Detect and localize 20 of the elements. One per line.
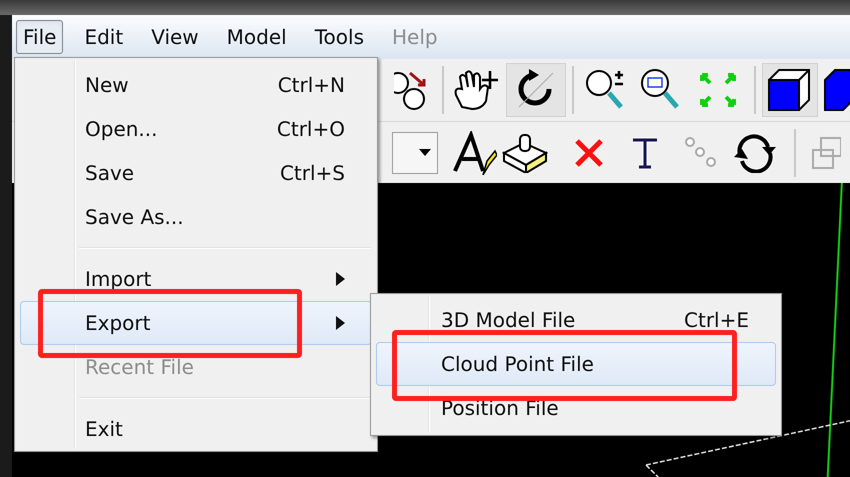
cube-icon[interactable] [762, 63, 818, 117]
submenu-arrow-icon [336, 272, 345, 286]
menu-item[interactable]: Exit [20, 407, 372, 451]
menu-item[interactable]: Open... Ctrl+O [20, 107, 372, 151]
caret-icon [419, 148, 431, 156]
menu-bar-item[interactable]: Model [220, 20, 294, 54]
menu-bar-item[interactable]: Tools [308, 20, 372, 54]
menu-bar-item[interactable]: File [16, 20, 64, 54]
rotate-icon[interactable] [506, 63, 566, 117]
menu-bar-item[interactable]: View [144, 20, 206, 54]
menu-bar-item[interactable]: Edit [77, 20, 130, 54]
menu-item[interactable]: Cloud Point File [376, 342, 776, 386]
menu-item[interactable]: New Ctrl+N [20, 63, 372, 107]
submenu-arrow-icon [336, 316, 345, 330]
dropdown-field[interactable] [392, 132, 438, 174]
menu-item[interactable]: Export [20, 301, 372, 345]
menu-item[interactable]: Save As... [20, 195, 372, 239]
menu-item[interactable]: Save Ctrl+S [20, 151, 372, 195]
menu-item[interactable]: 3D Model File Ctrl+E [376, 298, 776, 342]
menu-item[interactable]: Import [20, 257, 372, 301]
